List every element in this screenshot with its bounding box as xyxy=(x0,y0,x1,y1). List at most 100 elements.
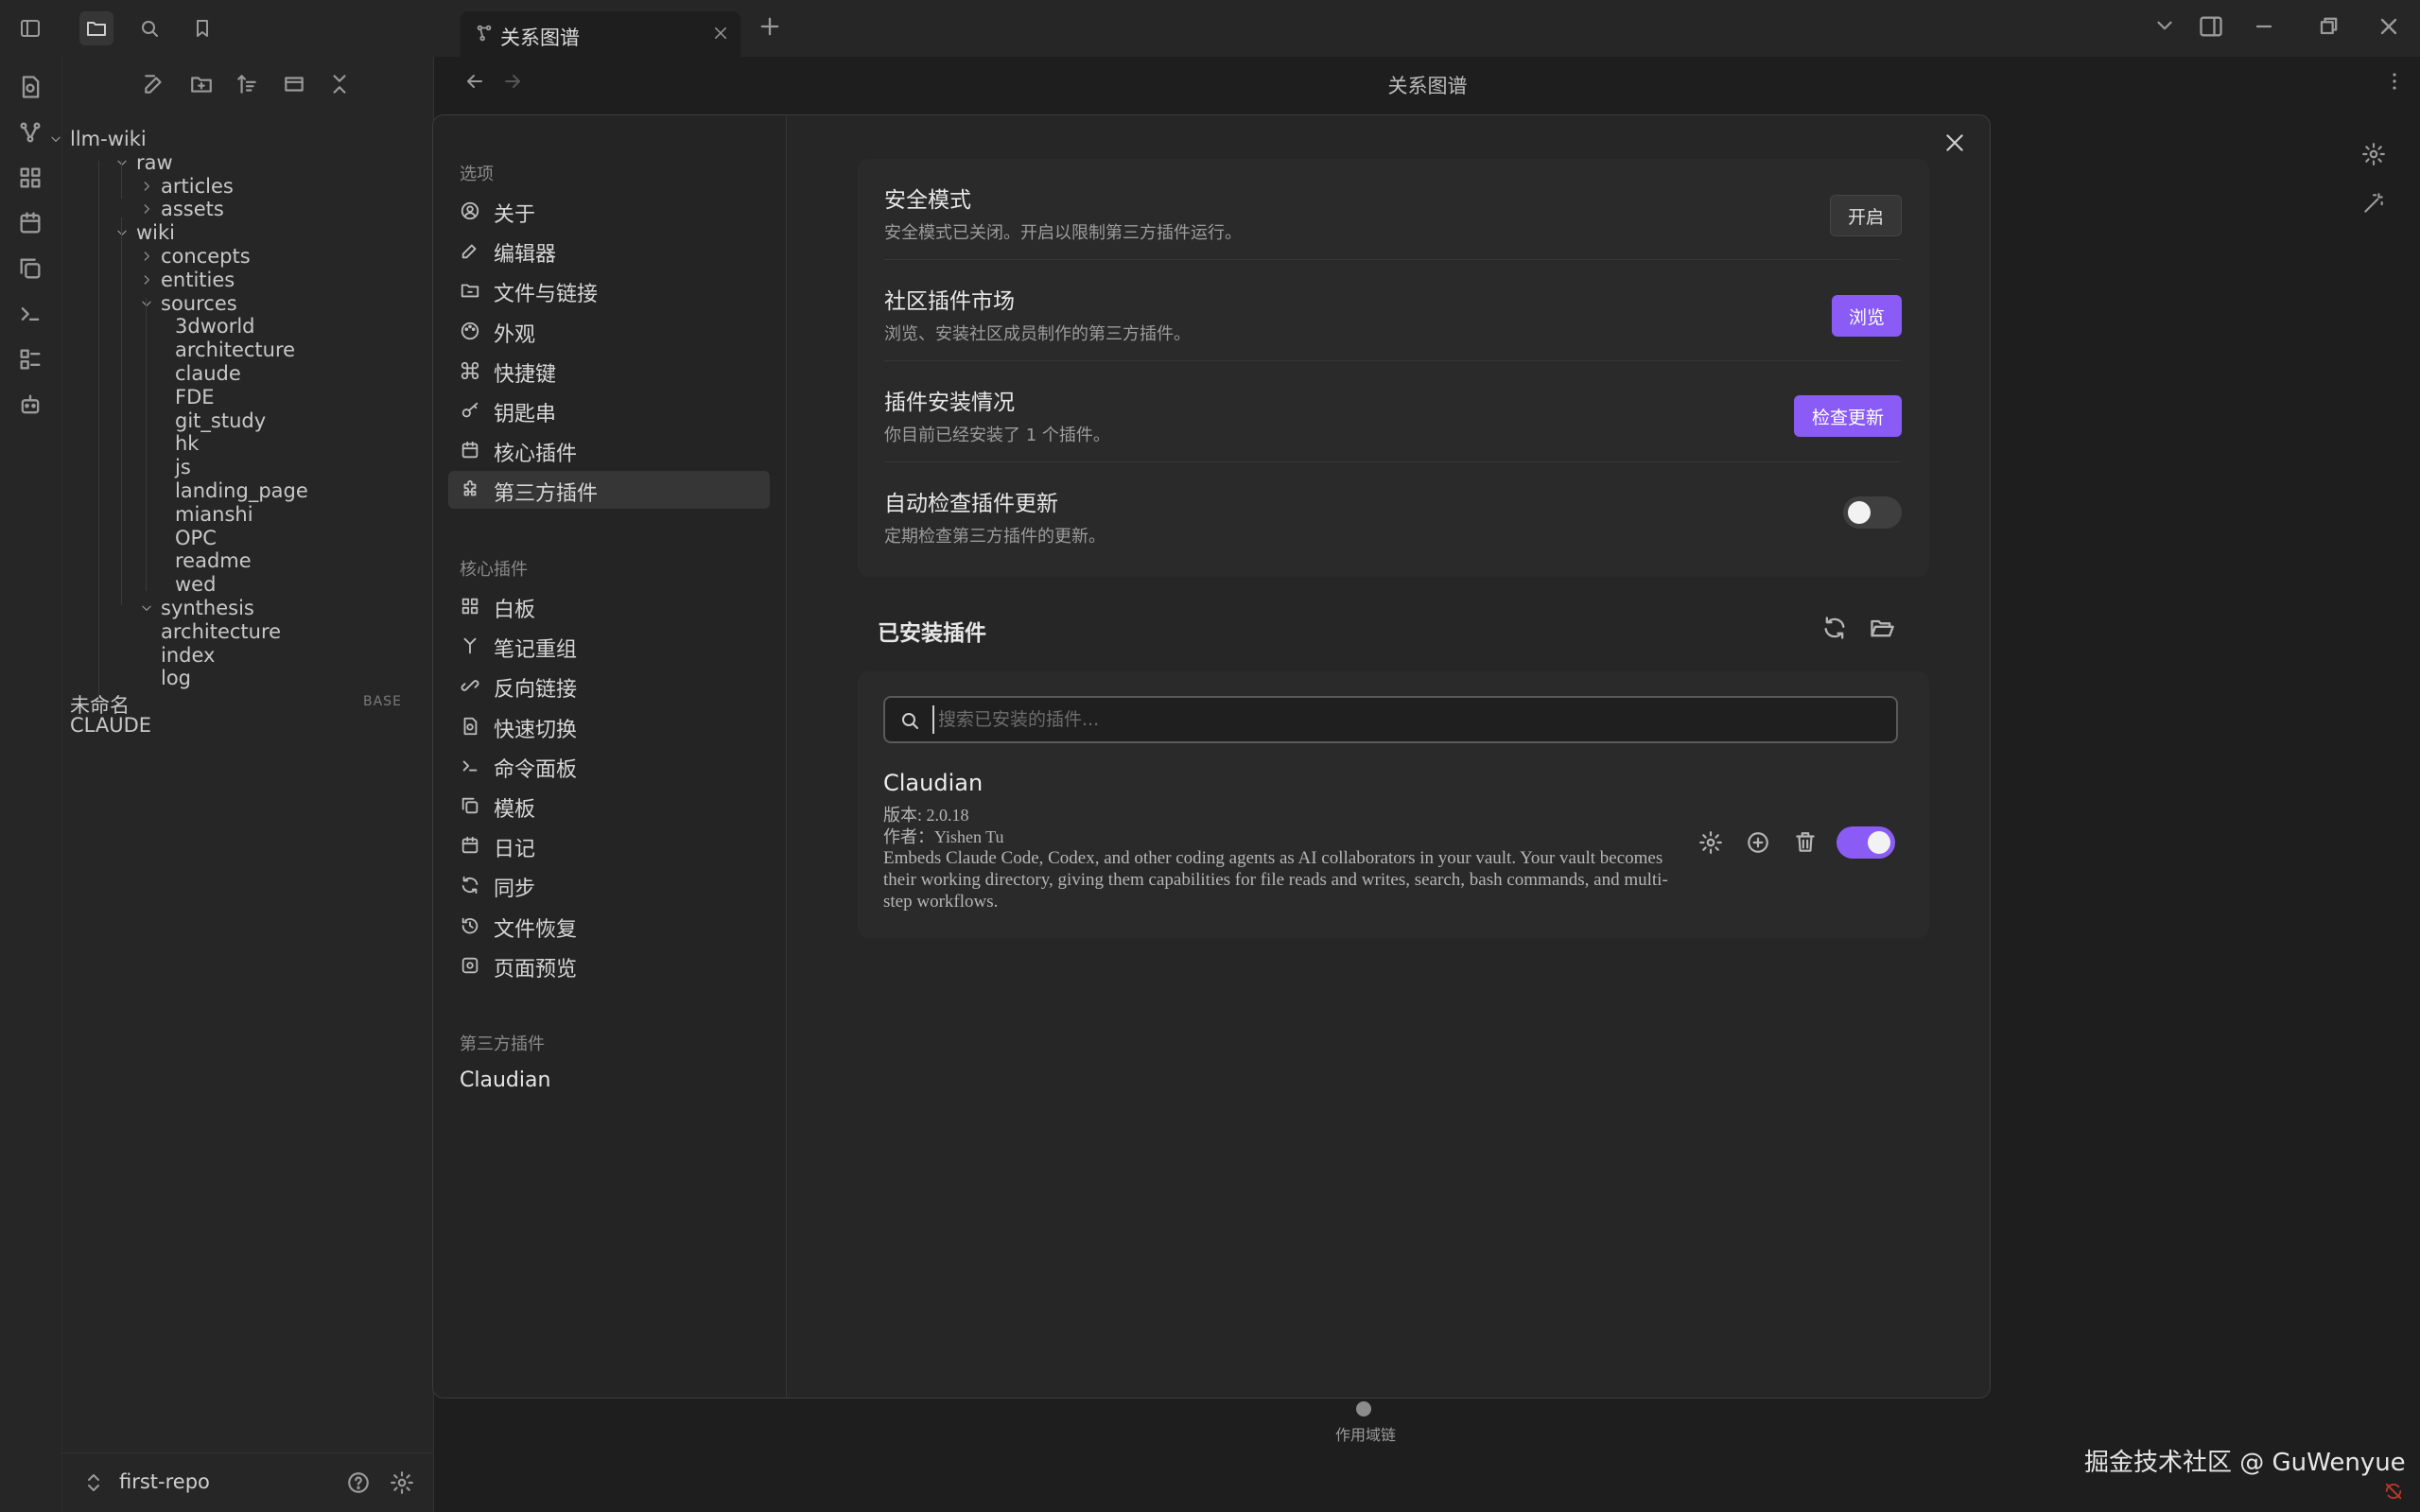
safe-mode-button[interactable]: 开启 xyxy=(1830,195,1902,236)
nav-item-canvas[interactable]: 白板 xyxy=(448,587,770,625)
tree-file[interactable]: log xyxy=(161,667,191,689)
window-close-icon[interactable] xyxy=(2376,13,2402,40)
reload-icon[interactable] xyxy=(1821,615,1848,641)
tree-folder[interactable]: synthesis xyxy=(161,597,254,619)
tree-file[interactable]: FDE xyxy=(175,386,215,408)
nav-item-preview[interactable]: 页面预览 xyxy=(448,947,770,984)
chevron-right-icon[interactable] xyxy=(140,180,153,193)
nav-item-palette[interactable]: 外观 xyxy=(448,312,770,350)
tree-file[interactable]: readme xyxy=(175,549,252,572)
chevron-right-icon[interactable] xyxy=(140,202,153,216)
magic-wand-icon[interactable] xyxy=(2361,191,2386,216)
plugin-options-icon[interactable] xyxy=(1698,830,1723,855)
auto-reveal-icon[interactable] xyxy=(282,72,306,96)
chevron-down-icon[interactable] xyxy=(49,132,62,146)
nav-item-history[interactable]: 文件恢复 xyxy=(448,907,770,945)
tree-folder[interactable]: wiki xyxy=(136,221,175,244)
open-quick-switcher-icon[interactable] xyxy=(17,74,44,100)
auto-update-toggle[interactable] xyxy=(1843,496,1902,529)
tree-file[interactable]: claude xyxy=(175,362,241,385)
scope-indicator[interactable]: 作用域链 xyxy=(1335,1401,1396,1445)
nav-item-user-circle[interactable]: 关于 xyxy=(448,192,770,230)
graph-view-icon[interactable] xyxy=(17,119,44,146)
open-folder-icon[interactable] xyxy=(1869,615,1895,641)
minimize-icon[interactable] xyxy=(2251,13,2277,40)
tree-folder[interactable]: entities xyxy=(161,269,235,291)
calendar-icon[interactable] xyxy=(17,210,44,236)
tree-file[interactable]: mianshi xyxy=(175,503,253,526)
plugin-search[interactable] xyxy=(883,696,1898,743)
vault-switcher[interactable]: first-repo xyxy=(62,1452,434,1512)
nav-item-backlink[interactable]: 反向链接 xyxy=(448,667,770,704)
plugin-hotkeys-icon[interactable] xyxy=(1746,830,1770,855)
graph-settings-icon[interactable] xyxy=(2361,142,2386,166)
tree-file[interactable]: landing_page xyxy=(175,479,308,502)
new-tab-icon[interactable] xyxy=(757,13,783,40)
close-icon[interactable] xyxy=(1942,130,1967,155)
nav-item-terminal[interactable]: 命令面板 xyxy=(448,747,770,785)
tree-folder[interactable]: sources xyxy=(161,292,237,315)
tree-folder[interactable]: assets xyxy=(161,198,224,220)
nav-item-puzzle[interactable]: 第三方插件 xyxy=(448,471,770,510)
tree-file[interactable]: architecture xyxy=(175,339,295,361)
nav-item-pencil[interactable]: 编辑器 xyxy=(448,232,770,269)
chevron-right-icon[interactable] xyxy=(140,250,153,263)
nav-item-copy[interactable]: 模板 xyxy=(448,787,770,825)
tree-file[interactable]: git_study xyxy=(175,409,266,432)
sort-icon[interactable] xyxy=(235,72,259,96)
new-folder-icon[interactable] xyxy=(189,72,214,96)
tree-file[interactable]: hk xyxy=(175,432,199,455)
terminal-icon[interactable] xyxy=(17,301,44,327)
chevron-down-icon[interactable] xyxy=(115,226,129,239)
tree-file[interactable]: CLAUDE xyxy=(70,714,151,737)
more-options-icon[interactable] xyxy=(2383,70,2406,93)
search-icon[interactable] xyxy=(132,11,166,45)
nav-item-calendar[interactable]: 核心插件 xyxy=(448,431,770,469)
chevron-down-icon[interactable] xyxy=(2152,13,2177,38)
restore-icon[interactable] xyxy=(2315,13,2342,40)
check-updates-button[interactable]: 检查更新 xyxy=(1794,395,1902,437)
tree-file[interactable]: OPC xyxy=(175,527,217,549)
help-icon[interactable] xyxy=(346,1470,371,1495)
settings-icon[interactable] xyxy=(390,1470,414,1495)
chevron-right-icon[interactable] xyxy=(140,273,153,287)
right-sidebar-icon[interactable] xyxy=(2198,13,2224,40)
nav-item-calendar[interactable]: 日记 xyxy=(448,826,770,864)
nav-item-key[interactable]: 钥匙串 xyxy=(448,391,770,429)
tree-file[interactable]: 3dworld xyxy=(175,315,255,338)
nav-item-file-search[interactable]: 快速切换 xyxy=(448,707,770,745)
nav-item-folder-link[interactable]: 文件与链接 xyxy=(448,271,770,309)
nav-item-merge[interactable]: 笔记重组 xyxy=(448,627,770,665)
tree-folder[interactable]: concepts xyxy=(161,245,251,268)
bases-icon[interactable] xyxy=(17,346,44,373)
uninstall-trash-icon[interactable] xyxy=(1793,830,1818,855)
tree-file[interactable]: js xyxy=(175,456,191,478)
nav-item-command[interactable]: 快捷键 xyxy=(448,352,770,390)
browse-button[interactable]: 浏览 xyxy=(1832,295,1902,337)
search-input[interactable] xyxy=(932,705,1878,734)
tree-folder[interactable]: llm-wiki xyxy=(70,128,147,150)
tree-folder[interactable]: articles xyxy=(161,175,234,198)
tree-file[interactable]: wed xyxy=(175,573,216,596)
close-icon[interactable] xyxy=(712,25,729,42)
templates-icon[interactable] xyxy=(17,255,44,282)
tree-file[interactable]: architecture xyxy=(161,620,281,643)
chevron-down-icon[interactable] xyxy=(115,156,129,169)
collapse-all-icon[interactable] xyxy=(327,72,352,96)
chevron-down-icon[interactable] xyxy=(140,601,153,615)
toggle-sidebar-icon[interactable] xyxy=(13,11,47,45)
nav-item-claudian[interactable]: Claudian xyxy=(460,1069,550,1092)
bookmark-icon[interactable] xyxy=(185,11,219,45)
bot-icon[interactable] xyxy=(17,391,44,418)
files-icon[interactable] xyxy=(79,11,113,45)
setting-title: 自动检查插件更新 xyxy=(884,492,1058,516)
nav-item-sync[interactable]: 同步 xyxy=(448,866,770,904)
tree-folder[interactable]: raw xyxy=(136,151,173,174)
tab-graph[interactable]: 关系图谱 xyxy=(461,11,740,57)
new-note-icon[interactable] xyxy=(142,72,166,96)
tree-file[interactable]: index xyxy=(161,644,215,667)
sync-status-icon[interactable] xyxy=(2383,1481,2404,1502)
canvas-icon[interactable] xyxy=(17,165,44,191)
plugin-enabled-toggle[interactable] xyxy=(1837,826,1895,859)
chevron-down-icon[interactable] xyxy=(140,297,153,310)
